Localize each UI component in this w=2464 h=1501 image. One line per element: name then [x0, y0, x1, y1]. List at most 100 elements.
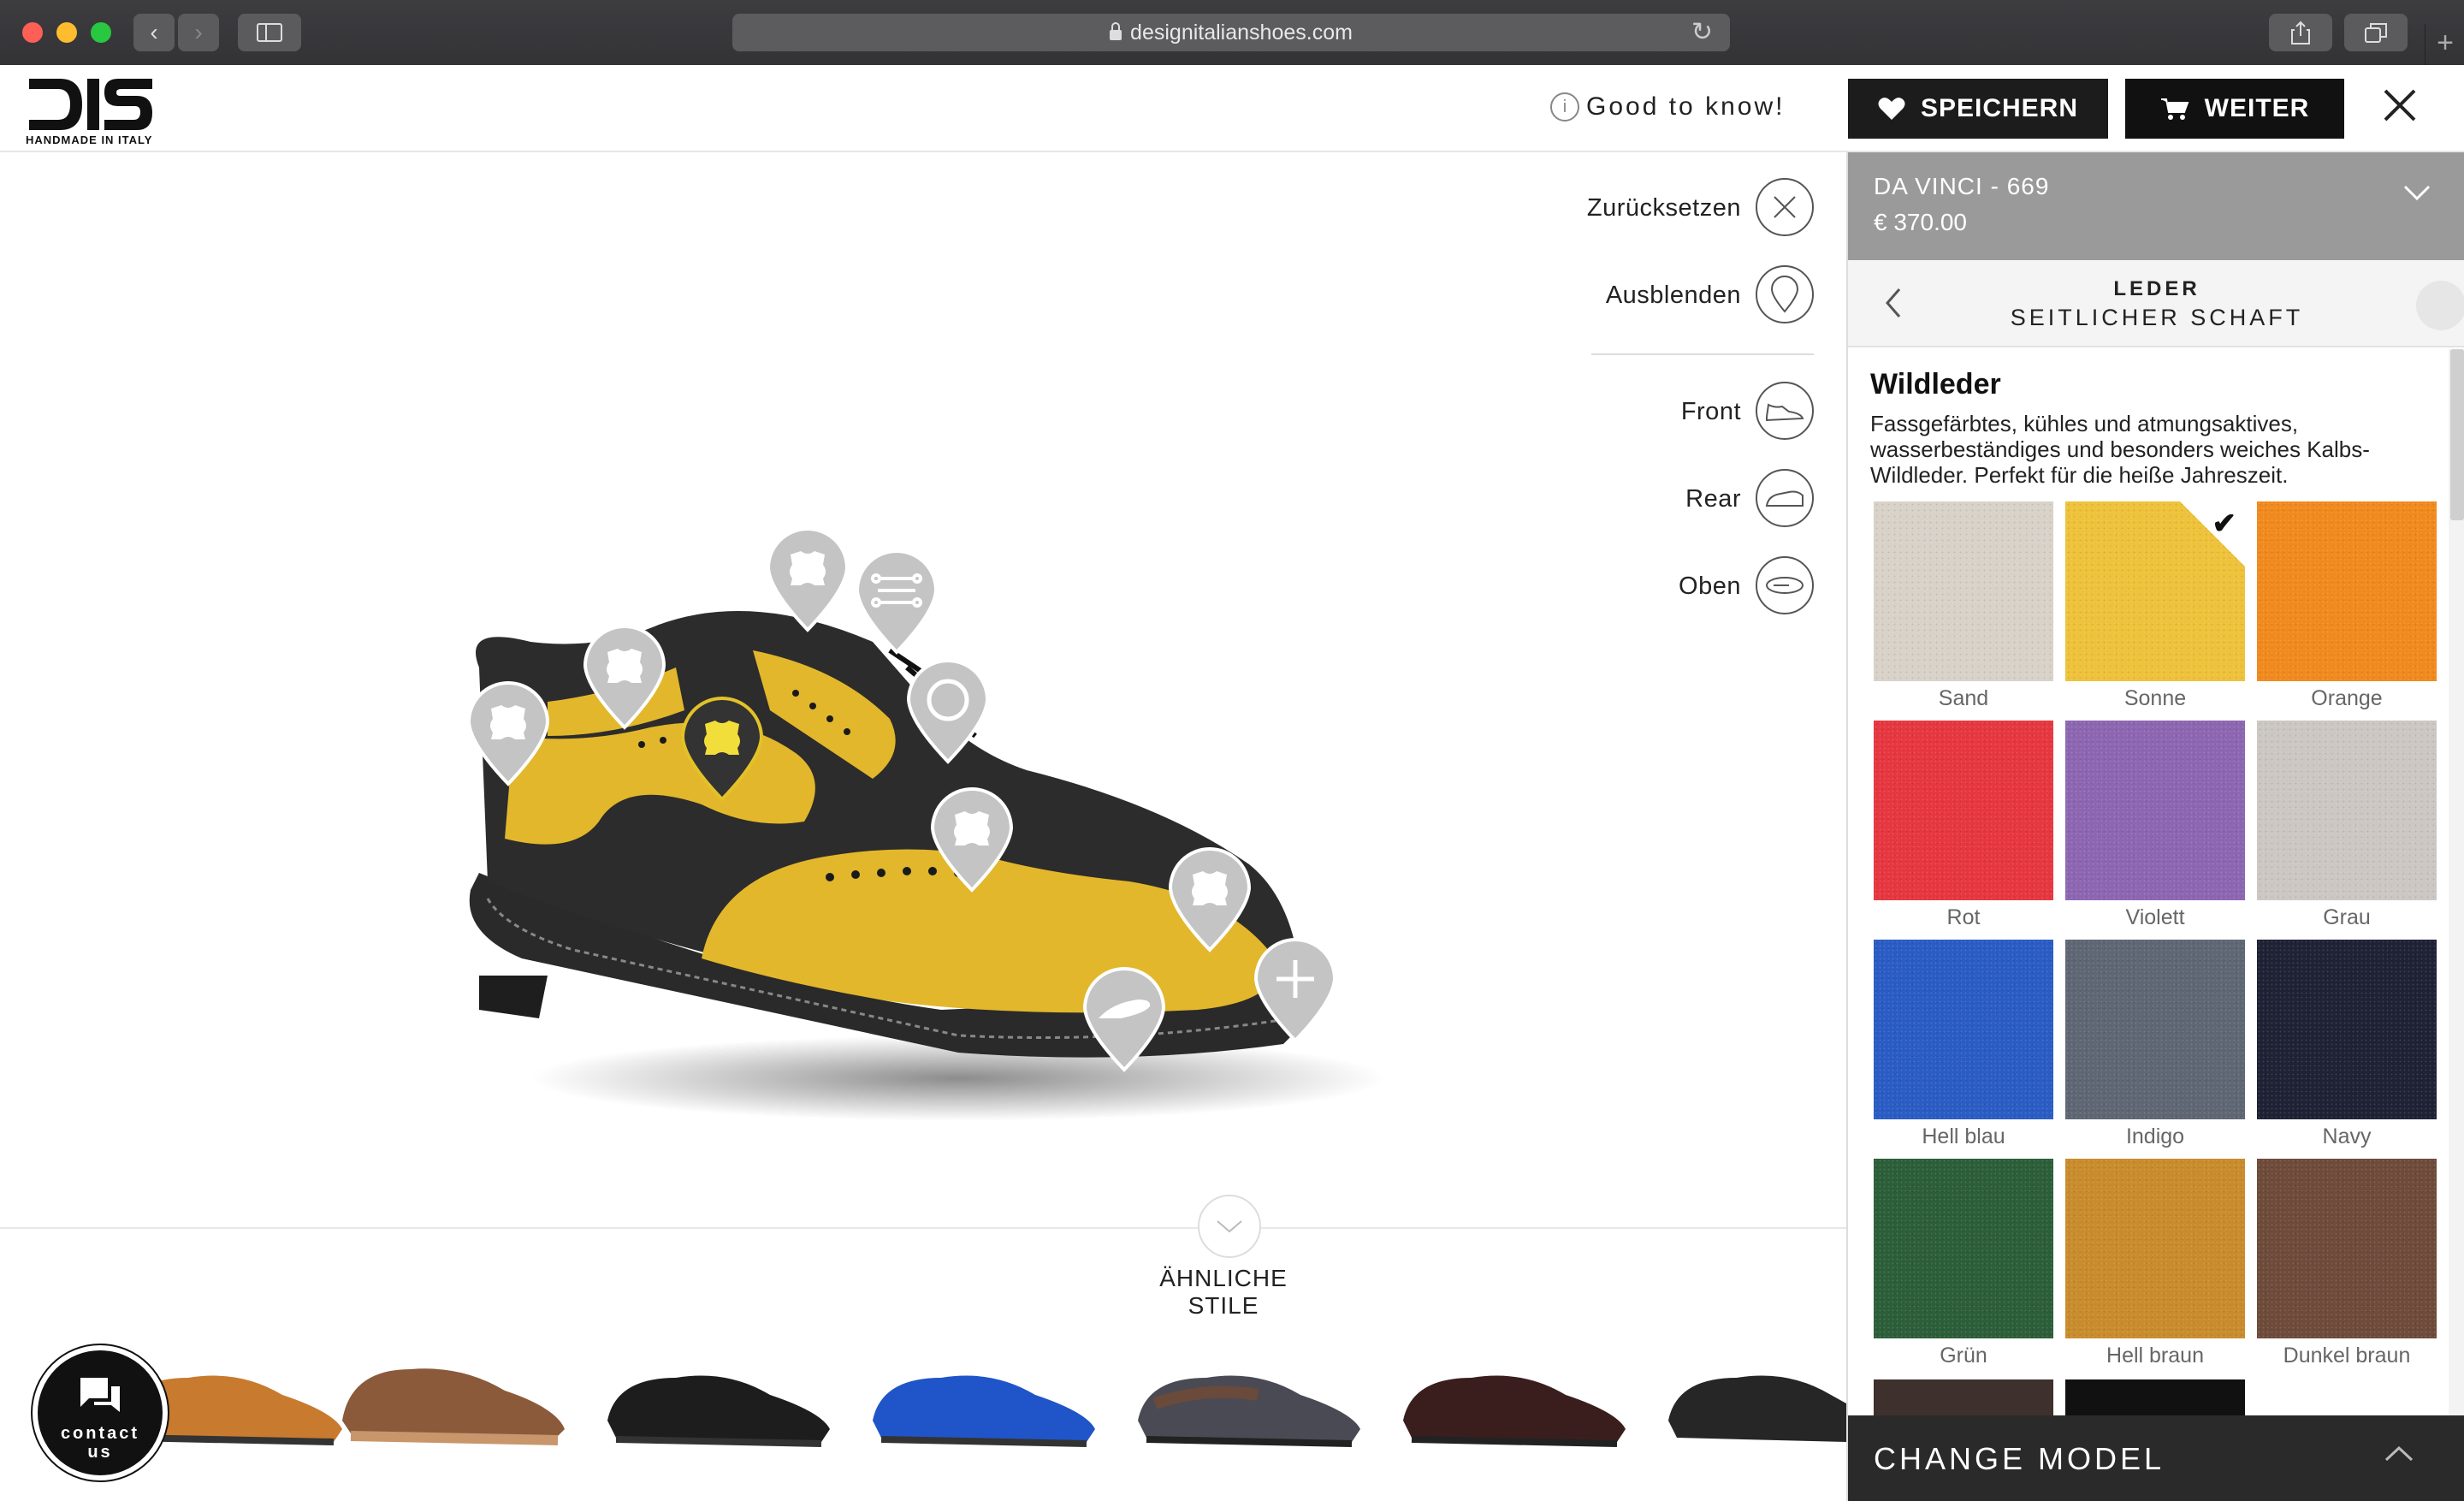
cart-icon: [2160, 98, 2189, 120]
share-button[interactable]: [2269, 14, 2332, 51]
leather-icon: [704, 721, 740, 755]
view-front-control[interactable]: Front: [1540, 382, 1741, 442]
expand-similar-button[interactable]: [1198, 1195, 1261, 1258]
model-selector[interactable]: DA VINCI - 669 € 370.00: [1848, 152, 2464, 260]
similar-shoe-2[interactable]: [334, 1344, 573, 1455]
similar-shoe-4[interactable]: [864, 1344, 1104, 1455]
site-header: HANDMADE IN ITALY i Good to know! SPEICH…: [0, 65, 2464, 152]
close-window-button[interactable]: [22, 22, 43, 43]
leather-icon: [490, 705, 526, 739]
view-top-control[interactable]: Oben: [1540, 556, 1741, 616]
model-name: DA VINCI - 669: [1874, 173, 2050, 199]
part-category: LEDER: [2113, 277, 2200, 300]
part-toggle-icon[interactable]: [2416, 281, 2464, 330]
material-title: Wildleder: [1870, 368, 2001, 400]
similar-shoe-5[interactable]: [1129, 1344, 1369, 1455]
swatch-label: Hell braun: [2106, 1344, 2204, 1368]
close-icon[interactable]: [2378, 84, 2421, 127]
swatch-grün[interactable]: [1874, 1159, 2053, 1338]
chevron-down-icon[interactable]: [2402, 183, 2431, 202]
swatch-orange[interactable]: [2257, 501, 2437, 681]
leather-icon: [790, 551, 826, 585]
swatch-rot[interactable]: [1874, 721, 2053, 900]
hide-control[interactable]: Ausblenden: [1540, 265, 1741, 325]
brand-tagline: HANDMADE IN ITALY: [26, 133, 153, 146]
hotspot-eyelets[interactable]: [902, 654, 994, 765]
swatch-label: Rot: [1946, 905, 1981, 929]
hotspot-tongue-leather[interactable]: [761, 522, 854, 633]
leather-icon: [954, 811, 990, 845]
contact-us-button[interactable]: contact us: [33, 1345, 168, 1480]
similar-shoe-3[interactable]: [599, 1344, 838, 1455]
swatch-hell-braun[interactable]: [2065, 1159, 2245, 1338]
save-label: SPEICHERN: [1920, 94, 2079, 122]
pin-outline-icon[interactable]: [1756, 265, 1814, 323]
chevron-left-icon: ‹: [150, 19, 158, 45]
forward-button[interactable]: ›: [178, 14, 219, 51]
swatch-hell-blau[interactable]: [1874, 940, 2053, 1119]
hotspot-vamp-leather[interactable]: [926, 782, 1018, 893]
address-bar[interactable]: designitalianshoes.com ↻: [732, 14, 1730, 51]
shoe-rear-icon[interactable]: [1756, 469, 1814, 527]
chat-icon: [80, 1378, 120, 1412]
new-tab-button[interactable]: +: [2425, 24, 2464, 65]
contact-label: contact us: [60, 1424, 140, 1462]
change-model-bar[interactable]: CHANGE MODEL: [1848, 1415, 2464, 1501]
tabs-button[interactable]: [2344, 14, 2408, 51]
reload-icon[interactable]: ↻: [1691, 17, 1713, 47]
swatch-label: Hell blau: [1922, 1124, 2005, 1148]
reset-icon[interactable]: [1756, 178, 1814, 236]
view-rear-control[interactable]: Rear: [1540, 469, 1741, 529]
swatch-label: Indigo: [2125, 1124, 2185, 1148]
front-label: Front: [1680, 397, 1741, 425]
chevron-down-icon: [1217, 1220, 1242, 1233]
controls-divider: [1591, 353, 1814, 355]
save-button[interactable]: SPEICHERN: [1848, 79, 2108, 139]
heart-icon: [1878, 98, 1905, 120]
laces-icon: [871, 573, 922, 608]
swatch-navy[interactable]: [2257, 940, 2437, 1119]
back-button[interactable]: ‹: [133, 14, 175, 51]
configurator-panel: DA VINCI - 669 € 370.00 LEDER SEITLICHER…: [1846, 152, 2464, 1501]
swatch-label: Navy: [2322, 1124, 2372, 1148]
swatch-label: Grau: [2323, 905, 2371, 929]
zoom-window-button[interactable]: [91, 22, 111, 43]
hide-label: Ausblenden: [1605, 281, 1741, 309]
scrollbar-thumb[interactable]: [2450, 349, 2464, 520]
leather-icon: [607, 649, 643, 683]
tabs-icon: [2365, 23, 2387, 43]
swatch-grau[interactable]: [2257, 721, 2437, 900]
hotspot-laces[interactable]: [850, 544, 943, 656]
swatch-violett[interactable]: [2065, 721, 2245, 900]
hotspot-side-shaft-active[interactable]: [676, 691, 768, 803]
swatch-partial[interactable]: [1874, 1379, 2053, 1415]
shoe-front-icon[interactable]: [1756, 382, 1814, 440]
next-button[interactable]: WEITER: [2125, 79, 2344, 139]
swatch-partial[interactable]: [2065, 1379, 2245, 1415]
hotspot-add[interactable]: [1249, 933, 1342, 1044]
minimize-window-button[interactable]: [56, 22, 77, 43]
top-label: Oben: [1679, 572, 1741, 600]
shoe-top-icon[interactable]: [1756, 556, 1814, 614]
info-icon: i: [1550, 92, 1579, 122]
similar-shoe-7[interactable]: [1660, 1344, 1846, 1455]
chevron-up-icon[interactable]: [2384, 1445, 2414, 1463]
swatch-indigo[interactable]: [2065, 940, 2245, 1119]
hotspot-heel-leather[interactable]: [462, 676, 554, 787]
swatch-label: Grün: [1940, 1344, 1987, 1368]
hotspot-toe-leather[interactable]: [1164, 842, 1256, 953]
swatch-sonne[interactable]: ✔: [2065, 501, 2245, 681]
hotspot-sole[interactable]: [1078, 962, 1170, 1073]
swatch-sand[interactable]: [1874, 501, 2053, 681]
good-to-know-link[interactable]: i Good to know!: [1550, 92, 1785, 122]
swatch-label: Violett: [2125, 905, 2185, 929]
scrollbar-track[interactable]: [2449, 349, 2464, 1501]
similar-shoe-6[interactable]: [1395, 1344, 1634, 1455]
swatch-dunkel-braun[interactable]: [2257, 1159, 2437, 1338]
part-header: LEDER SEITLICHER SCHAFT: [1848, 260, 2464, 347]
reset-control[interactable]: Zurücksetzen: [1540, 178, 1741, 238]
hotspot-counter-leather[interactable]: [578, 620, 671, 731]
sidebar-icon: [257, 23, 282, 42]
page-root: ‹ › designitalianshoes.com ↻ + HANDMADE …: [0, 0, 2464, 1501]
sidebar-button[interactable]: [238, 14, 301, 51]
